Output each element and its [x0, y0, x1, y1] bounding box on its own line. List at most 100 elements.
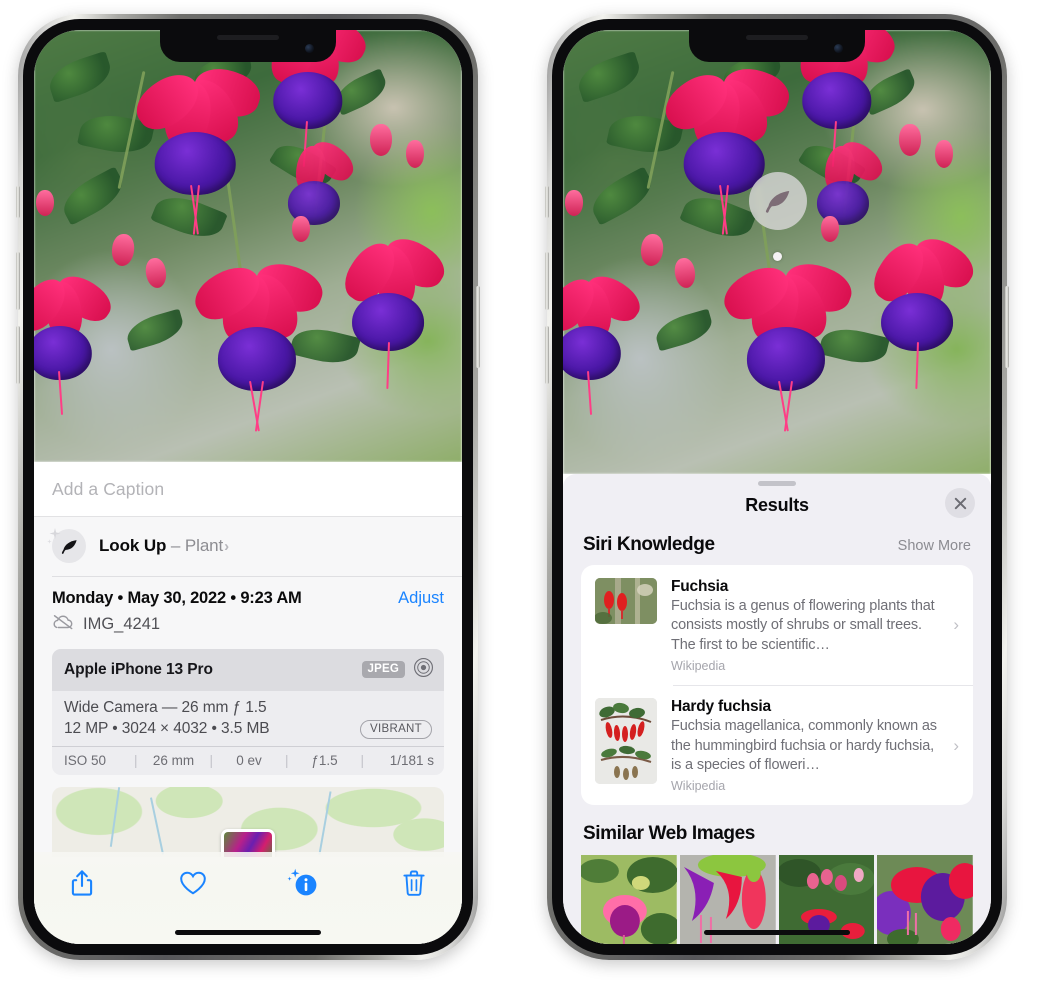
close-icon — [954, 497, 966, 509]
caption-field-row[interactable]: Add a Caption — [34, 462, 462, 517]
look-up-label: Look Up — [99, 536, 167, 555]
photographic-style-chip: VIBRANT — [360, 719, 432, 739]
look-up-label-group: Look Up – Plant› — [99, 536, 229, 556]
knowledge-item[interactable]: Hardy fuchsia Fuchsia magellanica, commo… — [581, 685, 973, 805]
notch — [689, 30, 865, 62]
left-phone: Add a Caption Look Up – Plant› Monday • … — [16, 14, 480, 960]
location-map[interactable] — [52, 786, 444, 857]
fuchsia-flower — [716, 255, 858, 432]
right-phone: Results Siri Knowledge Show More Fuchsia… — [545, 14, 1009, 960]
fuchsia-flower — [801, 135, 889, 230]
volume-down-button[interactable] — [16, 326, 20, 384]
earpiece-speaker — [217, 35, 279, 40]
exif-separator: | — [133, 752, 138, 768]
volume-up-button[interactable] — [545, 252, 549, 310]
similar-web-images-header: Similar Web Images — [563, 805, 991, 851]
volume-up-button[interactable] — [16, 252, 20, 310]
camera-device: Apple iPhone 13 Pro — [64, 660, 213, 678]
chevron-right-icon: › — [224, 538, 230, 555]
volume-down-button[interactable] — [545, 326, 549, 384]
knowledge-source: Wikipedia — [671, 658, 726, 673]
share-button[interactable] — [60, 866, 104, 900]
knowledge-title: Fuchsia — [671, 578, 729, 595]
photo-info-sheet: Add a Caption Look Up – Plant› Monday • … — [34, 462, 462, 944]
results-header: Results — [563, 486, 991, 530]
power-button[interactable] — [1005, 286, 1009, 368]
similar-web-images-title: Similar Web Images — [583, 823, 755, 845]
date-row: Monday • May 30, 2022 • 9:23 AM Adjust — [34, 577, 462, 610]
siri-knowledge-title: Siri Knowledge — [583, 534, 715, 555]
caption-input[interactable]: Add a Caption — [52, 479, 444, 500]
close-button[interactable] — [945, 488, 975, 518]
knowledge-source: Wikipedia — [671, 779, 726, 794]
format-chip: JPEG — [361, 661, 405, 678]
exif-ev: 0 ev — [236, 752, 262, 768]
map-waterway — [149, 796, 165, 855]
flower-bud — [821, 216, 839, 242]
earpiece-speaker — [746, 35, 808, 40]
silent-switch[interactable] — [545, 186, 549, 218]
knowledge-thumbnail — [595, 698, 657, 785]
lens-info: Wide Camera — 26 mm ƒ 1.5 — [64, 698, 267, 716]
exif-settings-row: ISO 50 | 26 mm | 0 ev | ƒ1.5 | 1/181 s — [52, 745, 444, 775]
adjust-button[interactable]: Adjust — [398, 589, 444, 608]
map-waterway — [109, 786, 121, 847]
visual-look-up-indicator-dot — [773, 252, 782, 261]
show-more-button[interactable]: Show More — [898, 538, 971, 554]
leaf-icon — [765, 191, 790, 213]
knowledge-title: Hardy fuchsia — [671, 698, 771, 716]
favorite-button[interactable] — [171, 866, 215, 900]
aperture-icon — [413, 657, 434, 683]
left-phone-screen: Add a Caption Look Up – Plant› Monday • … — [34, 30, 462, 944]
delete-button[interactable] — [392, 866, 436, 900]
photo-viewer[interactable] — [563, 30, 991, 474]
exif-focal: 26 mm — [152, 752, 195, 768]
visual-look-up-badge[interactable] — [749, 172, 807, 230]
results-title: Results — [745, 495, 809, 515]
look-up-subject: Plant — [184, 536, 224, 555]
flower-bud — [899, 124, 921, 156]
knowledge-thumbnail — [595, 578, 657, 624]
exif-card[interactable]: Apple iPhone 13 Pro JPEG Wide Camera — 2… — [52, 648, 444, 775]
exif-iso: ISO 50 — [64, 752, 107, 768]
exif-shutter: 1/181 s — [389, 752, 434, 768]
front-camera-icon — [834, 44, 843, 53]
knowledge-description: Fuchsia magellanica, commonly known as t… — [671, 718, 937, 773]
knowledge-text: Hardy fuchsia Fuchsia magellanica, commo… — [671, 698, 937, 793]
fuchsia-flower — [859, 229, 981, 390]
right-phone-screen: Results Siri Knowledge Show More Fuchsia… — [563, 30, 991, 944]
similar-image-item[interactable] — [581, 855, 677, 944]
info-button[interactable] — [281, 866, 325, 900]
silent-switch[interactable] — [16, 186, 20, 218]
photo-viewer[interactable] — [34, 30, 462, 462]
fuchsia-flower — [127, 60, 266, 236]
info-sparkle-icon — [287, 868, 317, 896]
siri-knowledge-card: Fuchsia Fuchsia is a genus of flowering … — [581, 565, 973, 806]
fuchsia-flower — [272, 135, 360, 230]
trash-icon — [403, 870, 425, 896]
photo-date: Monday • May 30, 2022 • 9:23 AM — [52, 588, 302, 607]
knowledge-text: Fuchsia Fuchsia is a genus of flowering … — [671, 578, 937, 673]
cloud-slash-icon — [52, 614, 74, 635]
results-sheet: Results Siri Knowledge Show More Fuchsia… — [563, 474, 991, 944]
photo-filename: IMG_4241 — [83, 614, 161, 633]
image-details: 12 MP • 3024 × 4032 • 3.5 MB — [64, 720, 270, 737]
exif-body: Wide Camera — 26 mm ƒ 1.5 12 MP • 3024 ×… — [52, 691, 444, 746]
look-up-row[interactable]: Look Up – Plant› — [34, 517, 462, 576]
chevron-right-icon: › — [953, 735, 959, 755]
similar-image-item[interactable] — [877, 855, 973, 944]
home-indicator[interactable] — [175, 930, 321, 935]
power-button[interactable] — [476, 286, 480, 368]
home-indicator[interactable] — [704, 930, 850, 935]
exif-aperture: ƒ1.5 — [311, 752, 338, 768]
knowledge-item[interactable]: Fuchsia Fuchsia is a genus of flowering … — [581, 565, 973, 685]
screenshot-stage: Add a Caption Look Up – Plant› Monday • … — [0, 0, 1055, 985]
heart-icon — [179, 871, 206, 895]
flower-bud — [406, 140, 424, 168]
look-up-dash: – — [166, 536, 185, 555]
file-row: IMG_4241 — [34, 610, 462, 647]
fuchsia-flower — [34, 267, 119, 416]
map-waterway — [318, 790, 332, 855]
flower-bud — [565, 190, 583, 216]
fuchsia-flower — [563, 267, 648, 416]
